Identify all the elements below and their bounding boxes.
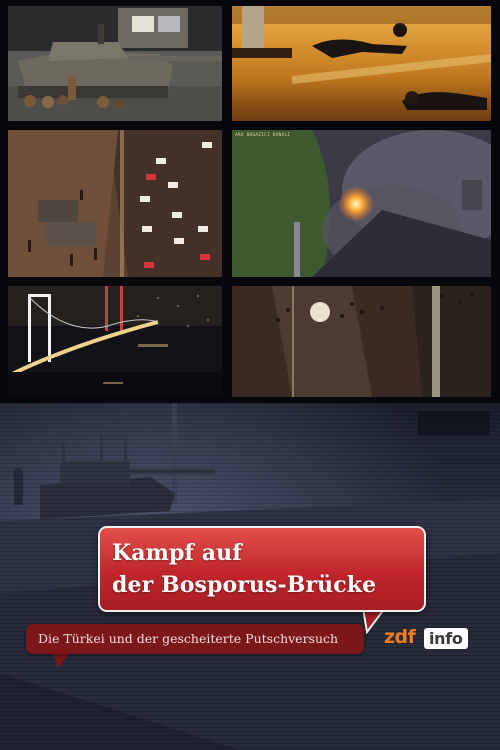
people-lying-on-road-still [232, 6, 491, 121]
illuminated-bridge-still [8, 286, 222, 397]
fire-and-smoke-aerial-still: ARA BOGAZICI KANALI [232, 130, 491, 277]
zdfinfo-logo: zdf info [384, 625, 474, 651]
crowd-on-bridge-aerial-still [232, 286, 491, 397]
title-line-2: der Bosporus-Brücke [112, 572, 377, 598]
tank-on-street-still [8, 6, 222, 121]
logo-prefix: zdf [384, 626, 416, 648]
channel-caption: ARA BOGAZICI KANALI [235, 133, 291, 138]
night-traffic-aerial-still [8, 130, 222, 277]
photo-collage: ARA BOGAZICI KANALI [0, 0, 500, 403]
title-line-1: Kampf auf [112, 540, 242, 566]
poster: ARA BOGAZICI KANALI Kampf auf der Bospor… [0, 0, 500, 750]
logo-suffix: info [424, 628, 468, 649]
subtitle: Die Türkei und der gescheiterte Putschve… [38, 631, 339, 646]
title-bubble: Kampf auf der Bosporus-Brücke [98, 526, 426, 612]
subtitle-bubble: Die Türkei und der gescheiterte Putschve… [26, 624, 364, 654]
